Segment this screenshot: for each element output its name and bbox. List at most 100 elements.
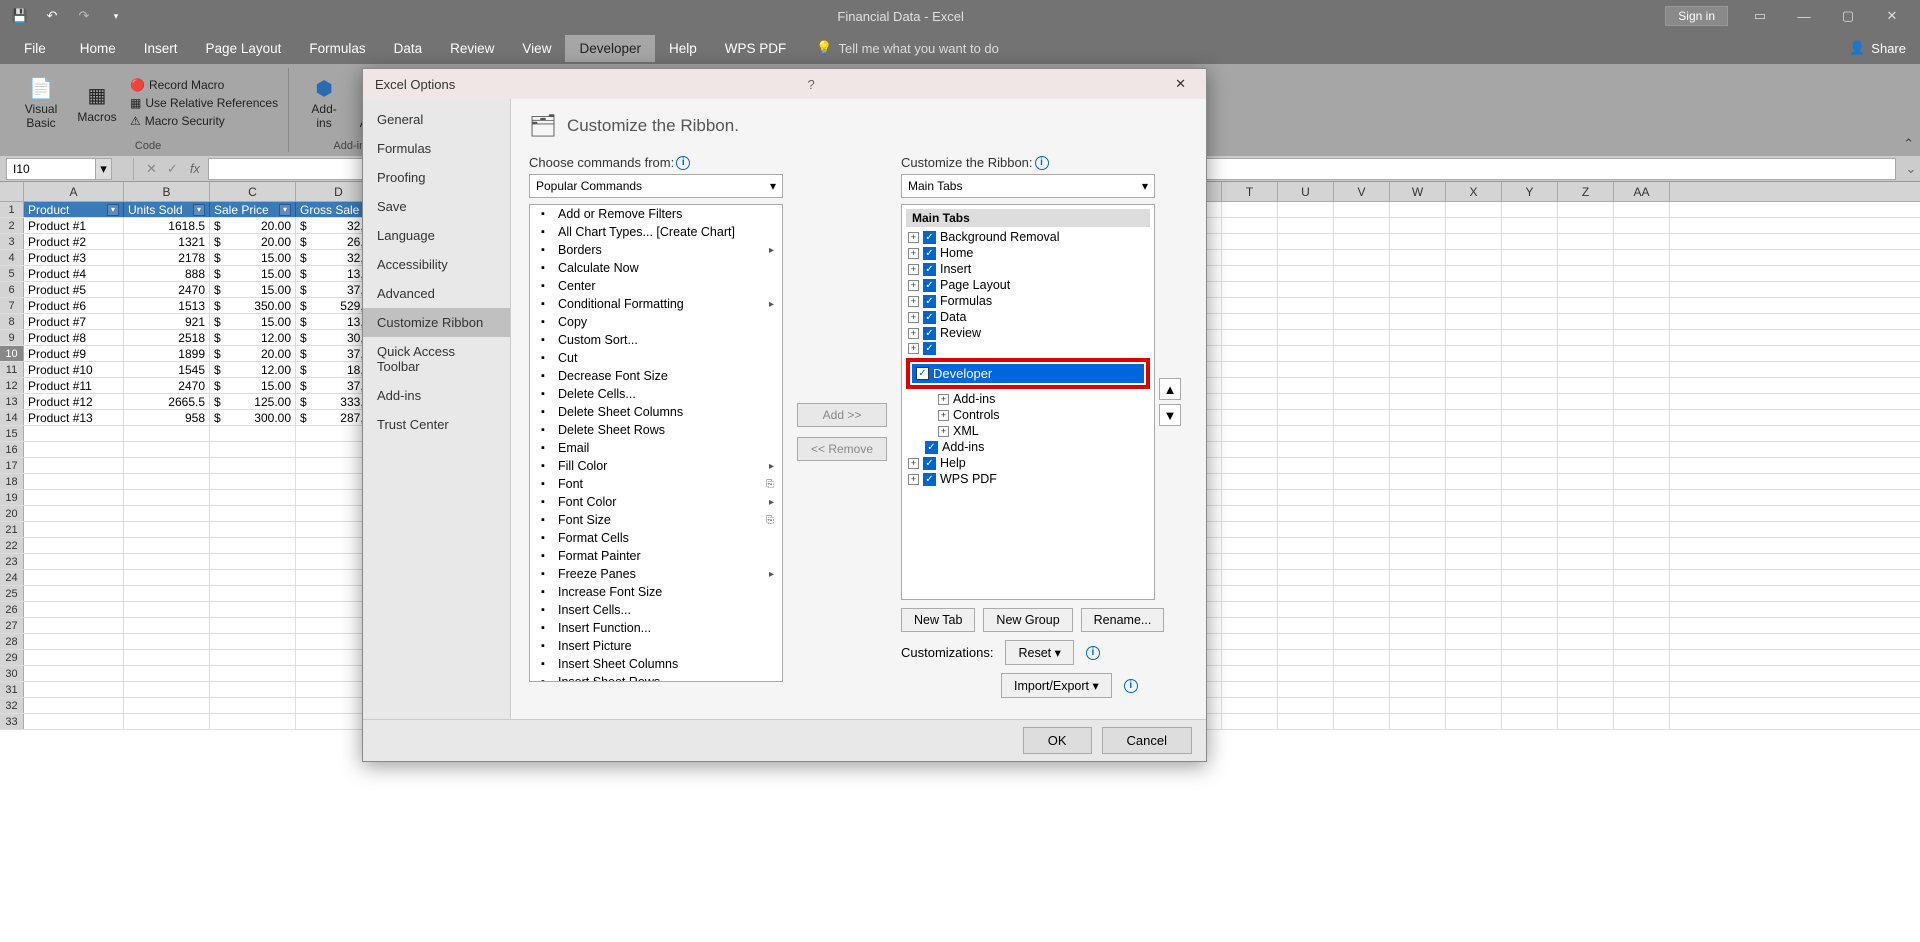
cell[interactable]: [1558, 202, 1614, 217]
filter-icon[interactable]: ▾: [193, 204, 205, 216]
row-header-19[interactable]: 19: [0, 490, 24, 505]
cell[interactable]: [1334, 330, 1390, 345]
row-header-23[interactable]: 23: [0, 554, 24, 569]
row-header-10[interactable]: 10: [0, 346, 24, 361]
cell[interactable]: [1614, 602, 1670, 617]
cell[interactable]: [210, 698, 296, 713]
cell[interactable]: [1390, 314, 1446, 329]
cell[interactable]: [1222, 298, 1278, 313]
info-icon[interactable]: i: [1086, 646, 1100, 660]
cell[interactable]: [1614, 682, 1670, 697]
cell[interactable]: [124, 666, 210, 681]
cell[interactable]: [1390, 714, 1446, 729]
command-item[interactable]: ▪Email: [530, 439, 782, 457]
import-export-button[interactable]: Import/Export ▾: [1001, 673, 1112, 698]
cell[interactable]: [1278, 282, 1334, 297]
cell[interactable]: [1558, 346, 1614, 361]
cell[interactable]: [1222, 698, 1278, 713]
cell[interactable]: [1502, 266, 1558, 281]
command-item[interactable]: ▪Copy: [530, 313, 782, 331]
cell[interactable]: [24, 474, 124, 489]
cell[interactable]: Product #4: [24, 266, 124, 281]
cell[interactable]: [1222, 682, 1278, 697]
cell[interactable]: [124, 426, 210, 441]
cell[interactable]: Product #13: [24, 410, 124, 425]
cell[interactable]: [1222, 602, 1278, 617]
cell[interactable]: [1222, 634, 1278, 649]
table-header[interactable]: Product▾: [24, 202, 124, 217]
cell[interactable]: [1278, 202, 1334, 217]
cell[interactable]: $20.00: [210, 234, 296, 249]
info-icon[interactable]: i: [676, 156, 690, 170]
cell[interactable]: [1558, 634, 1614, 649]
cell[interactable]: [1334, 378, 1390, 393]
cell[interactable]: [1222, 314, 1278, 329]
cell[interactable]: [1558, 266, 1614, 281]
cell[interactable]: [1502, 602, 1558, 617]
cell[interactable]: [124, 602, 210, 617]
cell[interactable]: Product #6: [24, 298, 124, 313]
cell[interactable]: [210, 634, 296, 649]
cell[interactable]: [1390, 234, 1446, 249]
expand-icon[interactable]: +: [908, 474, 919, 485]
row-header-13[interactable]: 13: [0, 394, 24, 409]
cell[interactable]: [1558, 714, 1614, 729]
row-header-7[interactable]: 7: [0, 298, 24, 313]
cell[interactable]: [1446, 378, 1502, 393]
cell[interactable]: [1614, 698, 1670, 713]
command-item[interactable]: ▪Cut: [530, 349, 782, 367]
visual-basic-button[interactable]: 📄 Visual Basic: [16, 68, 66, 138]
tab-developer[interactable]: Developer: [565, 35, 655, 62]
cell[interactable]: [1446, 362, 1502, 377]
cell[interactable]: 1321: [124, 234, 210, 249]
cell[interactable]: [1334, 314, 1390, 329]
cell[interactable]: [1446, 218, 1502, 233]
cell[interactable]: [1502, 586, 1558, 601]
command-item[interactable]: ▪Format Cells: [530, 529, 782, 547]
new-tab-button[interactable]: New Tab: [901, 608, 975, 632]
cell[interactable]: [1614, 362, 1670, 377]
row-header-27[interactable]: 27: [0, 618, 24, 633]
col-header-AA[interactable]: AA: [1614, 182, 1670, 201]
cell[interactable]: [1502, 474, 1558, 489]
cell[interactable]: 921: [124, 314, 210, 329]
cell[interactable]: [24, 538, 124, 553]
command-item[interactable]: ▪Insert Picture: [530, 637, 782, 655]
cell[interactable]: [124, 698, 210, 713]
cell[interactable]: [1446, 266, 1502, 281]
cell[interactable]: [124, 522, 210, 537]
tab-wpspdf[interactable]: WPS PDF: [711, 35, 801, 62]
cell[interactable]: [1558, 298, 1614, 313]
row-header-25[interactable]: 25: [0, 586, 24, 601]
col-header-X[interactable]: X: [1446, 182, 1502, 201]
cell[interactable]: [1502, 458, 1558, 473]
cell[interactable]: [1334, 250, 1390, 265]
cell[interactable]: $300.00: [210, 410, 296, 425]
nav-item-formulas[interactable]: Formulas: [363, 134, 510, 163]
tree-item[interactable]: +✓Formulas: [906, 293, 1150, 309]
command-item[interactable]: ▪Conditional Formatting▸: [530, 295, 782, 313]
cell[interactable]: Product #3: [24, 250, 124, 265]
checkbox-icon[interactable]: ✓: [923, 247, 936, 260]
move-down-button[interactable]: ▼: [1159, 404, 1181, 426]
cell[interactable]: [1502, 330, 1558, 345]
tab-insert[interactable]: Insert: [130, 35, 192, 62]
cell[interactable]: [1446, 250, 1502, 265]
expand-icon[interactable]: +: [908, 264, 919, 275]
nav-item-general[interactable]: General: [363, 105, 510, 134]
col-header-T[interactable]: T: [1222, 182, 1278, 201]
cell[interactable]: [1222, 618, 1278, 633]
cell[interactable]: [1446, 314, 1502, 329]
cell[interactable]: [1558, 442, 1614, 457]
cell[interactable]: [1278, 298, 1334, 313]
cell[interactable]: [1278, 506, 1334, 521]
cell[interactable]: [1222, 426, 1278, 441]
close-icon[interactable]: ✕: [1872, 2, 1912, 30]
cell[interactable]: [1334, 346, 1390, 361]
dialog-help-icon[interactable]: ?: [800, 73, 823, 96]
save-icon[interactable]: 💾: [8, 4, 32, 28]
cell[interactable]: 888: [124, 266, 210, 281]
cell[interactable]: [1222, 666, 1278, 681]
checkbox-icon[interactable]: ✓: [923, 457, 936, 470]
cell[interactable]: [1222, 346, 1278, 361]
